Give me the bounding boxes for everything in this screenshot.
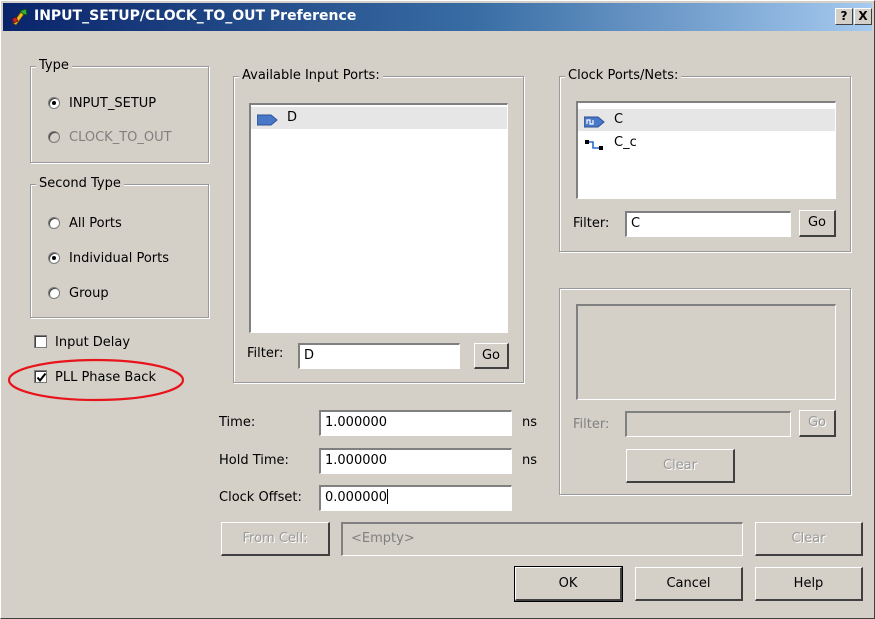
text-caret <box>387 489 389 504</box>
input-ports-go-button[interactable]: Go <box>474 343 509 369</box>
clock-offset-field[interactable]: 0.000000 <box>319 485 512 511</box>
from-cell-clear-button: Clear <box>755 522 863 556</box>
time-unit: ns <box>522 415 538 430</box>
ok-button[interactable]: OK <box>514 566 623 602</box>
title-bar[interactable]: INPUT_SETUP/CLOCK_TO_OUT Preference ? X <box>3 3 872 31</box>
clock-offset-label: Clock Offset: <box>219 490 302 505</box>
radio-clock-to-out-dot <box>48 131 60 143</box>
radio-individual-ports-label: Individual Ports <box>69 251 169 266</box>
radio-group-dot <box>48 287 60 299</box>
radio-individual-ports[interactable]: Individual Ports <box>48 251 169 267</box>
radio-input-setup[interactable]: INPUT_SETUP <box>48 96 156 112</box>
close-title-button[interactable]: X <box>854 8 872 25</box>
radio-clock-to-out-label: CLOCK_TO_OUT <box>69 130 172 145</box>
type-group: Type INPUT_SETUP CLOCK_TO_OUT <box>30 58 209 163</box>
help-button[interactable]: Help <box>755 567 863 601</box>
available-input-ports-list[interactable]: D <box>249 103 508 333</box>
cancel-button[interactable]: Cancel <box>635 567 743 601</box>
hold-time-unit: ns <box>522 453 538 468</box>
radio-clock-to-out[interactable]: CLOCK_TO_OUT <box>48 130 172 146</box>
input-port-icon <box>256 112 279 134</box>
time-label: Time: <box>219 415 256 430</box>
list-item-label: C_c <box>614 135 637 150</box>
clock-ports-list[interactable]: C C_c <box>576 101 836 199</box>
radio-all-ports-dot <box>48 217 60 229</box>
annotation-ellipse <box>7 358 185 402</box>
hold-time-field[interactable]: 1.000000 <box>319 448 512 474</box>
input-delay-checkbox[interactable]: Input Delay <box>34 335 130 351</box>
list-item-label: D <box>287 110 298 125</box>
from-cell-clear-label: Clear <box>791 531 826 546</box>
secondary-panel-group: Filter: Go Clear <box>559 288 851 495</box>
clock-ports-group: Clock Ports/Nets: C C_c Filter: C Go <box>559 68 851 252</box>
radio-group[interactable]: Group <box>48 286 109 302</box>
clock-offset-value: 0.000000 <box>325 490 388 505</box>
input-ports-filter-field[interactable]: D <box>298 343 460 369</box>
secondary-list <box>576 304 836 400</box>
radio-input-setup-dot <box>48 97 60 109</box>
second-type-legend: Second Type <box>36 176 124 191</box>
secondary-go-button: Go <box>799 410 836 437</box>
clock-filter-label: Filter: <box>573 216 610 231</box>
clock-ports-legend: Clock Ports/Nets: <box>565 68 682 83</box>
type-group-legend: Type <box>36 58 72 73</box>
list-item-label: C <box>614 112 624 127</box>
radio-input-setup-label: INPUT_SETUP <box>69 96 157 111</box>
list-item[interactable]: C_c <box>578 132 835 154</box>
window-title: INPUT_SETUP/CLOCK_TO_OUT Preference <box>34 8 357 24</box>
list-item[interactable]: C <box>578 109 835 131</box>
secondary-clear-button: Clear <box>626 449 735 483</box>
clock-ports-filter-field[interactable]: C <box>625 211 791 237</box>
radio-all-ports[interactable]: All Ports <box>48 216 122 232</box>
hold-time-label: Hold Time: <box>219 453 289 468</box>
available-input-ports-legend: Available Input Ports: <box>239 68 383 83</box>
secondary-filter-label: Filter: <box>573 417 610 432</box>
list-item[interactable]: D <box>251 107 507 129</box>
second-type-group: Second Type All Ports Individual Ports G… <box>30 176 209 318</box>
secondary-go-label: Go <box>807 415 827 430</box>
radio-individual-ports-dot <box>48 252 60 264</box>
preference-dialog: INPUT_SETUP/CLOCK_TO_OUT Preference ? X … <box>0 0 875 619</box>
secondary-clear-label: Clear <box>663 458 697 473</box>
from-cell-button-label: From Cell: <box>242 531 308 546</box>
input-delay-label: Input Delay <box>55 335 131 350</box>
radio-group-label: Group <box>69 286 109 301</box>
net-icon <box>584 137 606 159</box>
clock-ports-go-button[interactable]: Go <box>799 210 836 237</box>
secondary-filter-field <box>625 411 791 437</box>
help-title-button[interactable]: ? <box>835 8 853 25</box>
from-cell-button: From Cell: <box>221 522 330 556</box>
app-icon <box>11 8 29 26</box>
input-delay-box <box>34 335 47 348</box>
input-filter-label: Filter: <box>247 346 284 361</box>
radio-all-ports-label: All Ports <box>69 216 122 231</box>
available-input-ports-group: Available Input Ports: D Filter: D Go <box>233 68 524 383</box>
time-field[interactable]: 1.000000 <box>319 410 512 436</box>
from-cell-field: <Empty> <box>341 522 743 556</box>
